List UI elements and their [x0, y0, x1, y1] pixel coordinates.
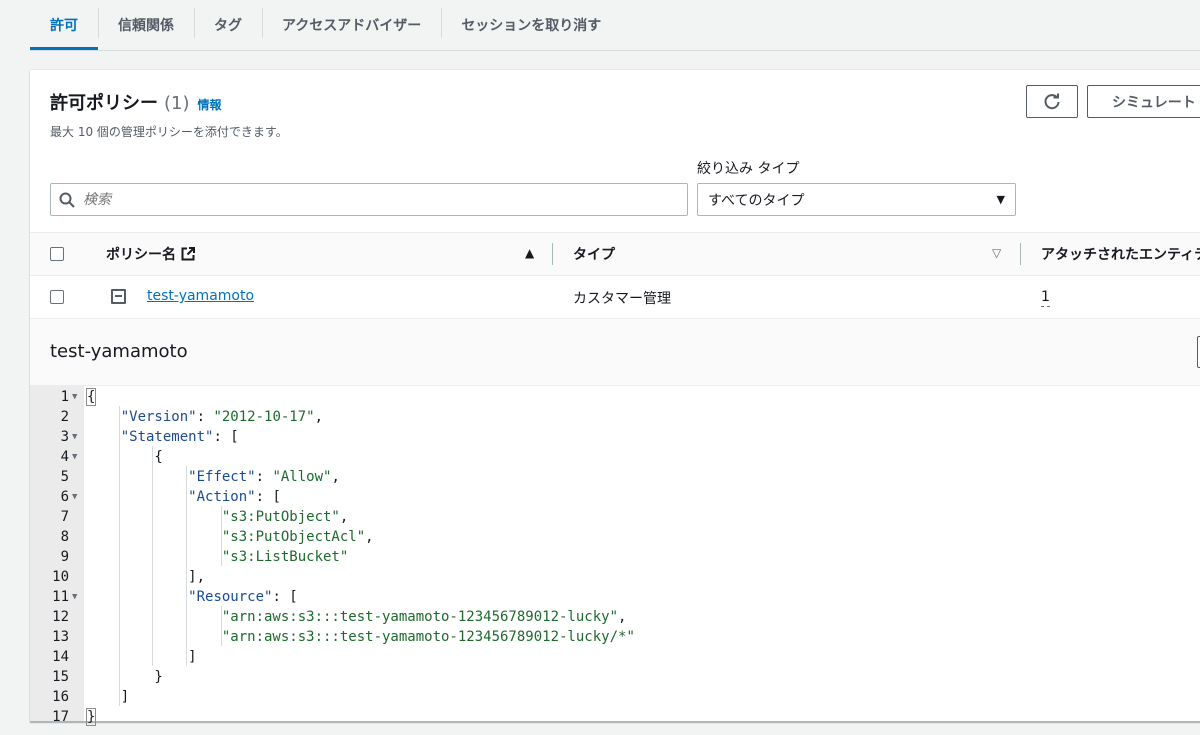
code-text: {: [85, 388, 97, 406]
refresh-icon: [1044, 93, 1060, 109]
panel-title: 許可ポリシー: [50, 93, 158, 114]
search-icon: [59, 192, 75, 208]
line-number: 7: [60, 509, 69, 525]
sort-descending-icon[interactable]: ▽: [992, 246, 1001, 260]
line-number: 2: [60, 409, 69, 425]
fold-toggle-icon[interactable]: ▼: [72, 447, 77, 467]
table-row: test-yamamoto カスタマー管理 1: [30, 276, 1200, 319]
code-line[interactable]: 8 "s3:PutObjectAcl",: [30, 527, 1200, 547]
code-line[interactable]: 17}: [30, 707, 1200, 727]
tab-trust-relationships[interactable]: 信頼関係: [98, 0, 194, 50]
policy-type-cell: カスタマー管理: [573, 291, 671, 307]
select-all-checkbox[interactable]: [50, 247, 64, 261]
line-number: 16: [52, 689, 69, 705]
line-number: 12: [52, 609, 69, 625]
code-text: {: [87, 449, 163, 465]
simulate-button[interactable]: シミュレート: [1087, 85, 1200, 118]
code-line[interactable]: 14 ]: [30, 647, 1200, 667]
code-line[interactable]: 9 "s3:ListBucket": [30, 547, 1200, 567]
external-link-icon: [181, 247, 195, 261]
filter-type-select[interactable]: すべてのタイプ ▼: [697, 183, 1016, 216]
policy-name-link[interactable]: test-yamamoto: [147, 288, 254, 304]
search-field[interactable]: [50, 183, 688, 216]
column-header-attached-entities[interactable]: アタッチされたエンティティ: [1041, 233, 1200, 275]
code-text: "s3:ListBucket": [221, 549, 349, 565]
code-text: ]: [87, 689, 130, 705]
line-number: 1: [60, 389, 69, 405]
tabs-divider: [30, 50, 1200, 51]
refresh-button[interactable]: [1026, 85, 1078, 118]
line-number: 5: [60, 469, 69, 485]
code-text: "Statement": [: [120, 429, 239, 445]
code-text: "arn:aws:s3:::test-yamamoto-123456789012…: [221, 629, 635, 645]
code-text: }: [85, 708, 97, 726]
code-line[interactable]: 4 ▼ {: [30, 447, 1200, 467]
filter-type-label: 絞り込み タイプ: [697, 161, 800, 177]
permissions-policies-panel: 許可ポリシー (1) 情報 最大 10 個の管理ポリシーを添付できます。 シミュ…: [30, 70, 1200, 726]
code-text: ]: [87, 649, 197, 665]
line-number: 9: [60, 549, 69, 565]
tab-tags[interactable]: タグ: [194, 0, 262, 50]
attached-entities-count[interactable]: 1: [1041, 288, 1050, 307]
code-line[interactable]: 2 "Version": "2012-10-17",: [30, 407, 1200, 427]
code-text: "Effect": "Allow",: [188, 469, 340, 485]
line-number: 17: [52, 709, 69, 725]
code-text: "Resource": [: [188, 589, 298, 605]
code-line[interactable]: 12 "arn:aws:s3:::test-yamamoto-123456789…: [30, 607, 1200, 627]
table-header: ポリシー名 ▲ タイプ ▽ アタッチされたエンティティ: [30, 232, 1200, 276]
code-line[interactable]: 13 "arn:aws:s3:::test-yamamoto-123456789…: [30, 627, 1200, 647]
column-header-policy-name[interactable]: ポリシー名: [106, 233, 195, 275]
line-number: 8: [60, 529, 69, 545]
code-text: ],: [87, 569, 206, 585]
code-text: "Action": [: [188, 489, 281, 505]
tab-bar: 許可 信頼関係 タグ アクセスアドバイザー セッションを取り消す: [30, 0, 621, 50]
column-divider: [552, 243, 553, 265]
fold-toggle-icon[interactable]: ▼: [72, 387, 77, 407]
code-line[interactable]: 16 ]: [30, 687, 1200, 707]
line-number: 6: [60, 489, 69, 505]
sort-ascending-icon[interactable]: ▲: [525, 246, 534, 260]
column-header-type[interactable]: タイプ: [573, 233, 615, 275]
line-number: 3: [60, 429, 69, 445]
info-link[interactable]: 情報: [198, 96, 222, 113]
fold-toggle-icon[interactable]: ▼: [72, 427, 77, 447]
code-line[interactable]: 10 ],: [30, 567, 1200, 587]
code-text: }: [87, 669, 163, 685]
collapse-icon[interactable]: [111, 289, 126, 304]
code-line[interactable]: 3 ▼ "Statement": [: [30, 427, 1200, 447]
code-line[interactable]: 7 "s3:PutObject",: [30, 507, 1200, 527]
code-line[interactable]: 11 ▼ "Resource": [: [30, 587, 1200, 607]
line-number: 15: [52, 669, 69, 685]
row-checkbox[interactable]: [50, 290, 64, 304]
code-line[interactable]: 5 "Effect": "Allow",: [30, 467, 1200, 487]
code-text: "Version": "2012-10-17",: [120, 409, 324, 425]
line-number: 13: [52, 629, 69, 645]
panel-header: 許可ポリシー (1) 情報: [50, 89, 222, 115]
code-line[interactable]: 6 ▼ "Action": [: [30, 487, 1200, 507]
fold-toggle-icon[interactable]: ▼: [72, 587, 77, 607]
line-number: 4: [60, 449, 69, 465]
code-line[interactable]: 15 }: [30, 667, 1200, 687]
policy-detail-title: test-yamamoto: [50, 341, 188, 362]
panel-description: 最大 10 個の管理ポリシーを添付できます。: [50, 125, 288, 139]
policy-json-editor: 1 ▼{2 "Version": "2012-10-17", 3 ▼ "Stateme…: [30, 385, 1200, 726]
tab-permissions[interactable]: 許可: [30, 0, 98, 50]
code-text: "s3:PutObject",: [221, 509, 349, 525]
line-number: 10: [52, 569, 69, 585]
code-line[interactable]: 1 ▼ {: [30, 387, 1200, 407]
fold-toggle-icon[interactable]: ▼: [72, 487, 77, 507]
filter-type-value: すべてのタイプ: [708, 192, 805, 209]
code-text: "s3:PutObjectAcl",: [221, 529, 374, 545]
tab-access-advisor[interactable]: アクセスアドバイザー: [262, 0, 441, 50]
search-input[interactable]: [83, 191, 663, 208]
column-divider: [1020, 243, 1021, 265]
code-text: "arn:aws:s3:::test-yamamoto-123456789012…: [221, 609, 627, 625]
column-label: ポリシー名: [106, 247, 176, 263]
policy-count: (1): [164, 93, 190, 114]
tab-revoke-sessions[interactable]: セッションを取り消す: [441, 0, 621, 50]
line-number: 14: [52, 649, 69, 665]
caret-down-icon: ▼: [996, 193, 1005, 206]
policy-detail: test-yamamoto 1 ▼{2 "Version": "2012-10-1…: [30, 319, 1200, 726]
line-number: 11: [52, 589, 69, 605]
